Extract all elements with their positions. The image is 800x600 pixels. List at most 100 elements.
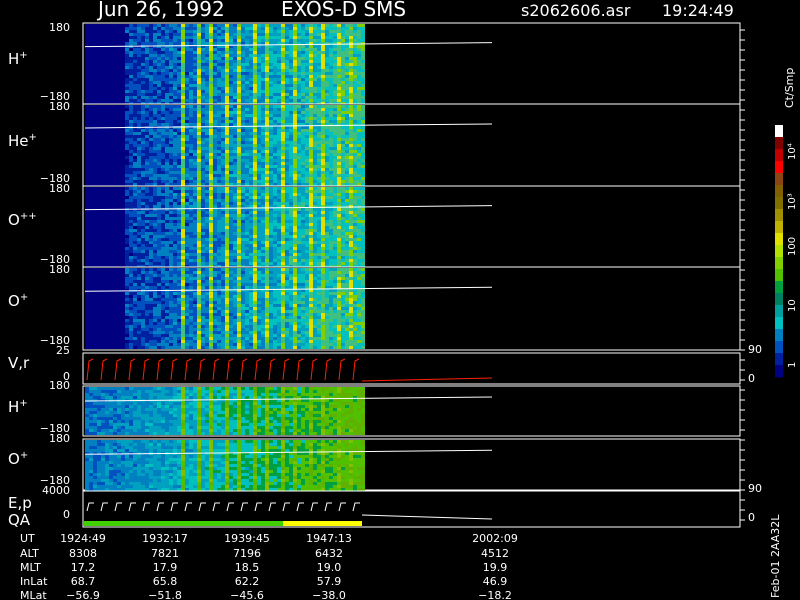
- spectrogram-cell: [193, 156, 197, 159]
- spectrogram-cell: [233, 96, 237, 99]
- spectrogram-cell: [237, 205, 241, 208]
- spectrogram-cell: [101, 259, 105, 262]
- spectrogram-cell: [141, 205, 145, 208]
- spectrogram-cell: [85, 141, 89, 144]
- spectrogram-cell: [249, 235, 253, 238]
- spectrogram-cell: [313, 84, 317, 87]
- spectrogram-cell: [197, 99, 201, 102]
- spectrogram-cell: [161, 90, 165, 93]
- spectrogram-cell: [253, 229, 257, 232]
- spectrogram-cell: [349, 120, 353, 123]
- spectrogram-cell: [277, 120, 281, 123]
- spectrogram-cell: [225, 54, 229, 57]
- spectrogram-cell: [261, 247, 265, 250]
- spectrogram-cell: [213, 87, 217, 90]
- spectrogram-cell: [257, 72, 261, 75]
- spectrogram-cell: [189, 217, 193, 220]
- spectrogram-cell: [109, 120, 113, 123]
- spectrogram-cell: [129, 132, 133, 135]
- spectrogram-cell: [325, 105, 329, 108]
- spectrogram-cell: [261, 177, 265, 180]
- spectrogram-cell: [169, 33, 173, 36]
- spectrogram-cell: [317, 159, 321, 162]
- spectrogram-cell: [257, 190, 261, 193]
- spectrogram-cell: [145, 141, 149, 144]
- spectrogram-cell: [185, 87, 189, 90]
- spectrogram-cell: [101, 180, 105, 183]
- spectrogram-cell: [161, 24, 165, 27]
- spectrogram-cell: [153, 177, 157, 180]
- spectrogram-cell: [165, 223, 169, 226]
- spectrogram-cell: [209, 93, 213, 96]
- spectrogram-cell: [337, 48, 341, 51]
- spectrogram-cell: [317, 168, 321, 171]
- spectrogram-cell: [361, 66, 365, 69]
- spectrogram-cell: [121, 63, 125, 66]
- spectrogram-cell: [133, 187, 137, 190]
- spectrogram-cell: [333, 180, 337, 183]
- spectrogram-cell: [305, 36, 309, 39]
- spectrogram-cell: [253, 241, 257, 244]
- spectrogram-cell: [261, 63, 265, 66]
- spectrogram-cell: [329, 177, 333, 180]
- spectrogram-cell: [297, 84, 301, 87]
- spectrogram-cell: [137, 180, 141, 183]
- spectrogram-cell: [177, 199, 181, 202]
- spectrogram-cell: [221, 226, 225, 229]
- spectrogram-cell: [341, 168, 345, 171]
- spectrogram-cell: [317, 87, 321, 90]
- spectrogram-cell: [141, 39, 145, 42]
- spectrogram-cell: [209, 159, 213, 162]
- spectrogram-cell: [277, 66, 281, 69]
- spectrogram-cell: [153, 241, 157, 244]
- spectrogram-cell: [185, 144, 189, 147]
- spectrogram-cell: [157, 93, 161, 96]
- spectrogram-cell: [269, 60, 273, 63]
- spectrogram-cell: [293, 114, 297, 117]
- spectrogram-cell: [161, 54, 165, 57]
- spectrogram-cell: [217, 156, 221, 159]
- spectrogram-cell: [329, 54, 333, 57]
- spectrogram-cell: [93, 259, 97, 262]
- spectrogram-cell: [297, 174, 301, 177]
- spectrogram-cell: [321, 132, 325, 135]
- spectrogram-cell: [321, 129, 325, 132]
- spectrogram-cell: [149, 187, 153, 190]
- spectrogram-cell: [121, 193, 125, 196]
- spectrogram-cell: [109, 48, 113, 51]
- spectrogram-cell: [293, 72, 297, 75]
- spectrogram-cell: [169, 205, 173, 208]
- spectrogram-cell: [89, 256, 93, 259]
- spectrogram-cell: [85, 199, 89, 202]
- spectrogram-cell: [117, 256, 121, 259]
- spectrogram-cell: [269, 159, 273, 162]
- spectrogram-cell: [213, 238, 217, 241]
- spectrogram-cell: [161, 117, 165, 120]
- spectrogram-cell: [93, 93, 97, 96]
- spectrogram-cell: [129, 162, 133, 165]
- spectrogram-cell: [149, 247, 153, 250]
- spectrogram-cell: [121, 24, 125, 27]
- spectrogram-cell: [221, 99, 225, 102]
- spectrogram-cell: [349, 30, 353, 33]
- spectrogram-cell: [157, 69, 161, 72]
- spectrogram-cell: [225, 144, 229, 147]
- spectrogram-cell: [309, 54, 313, 57]
- spectrogram-cell: [261, 187, 265, 190]
- spectrogram-cell: [237, 256, 241, 259]
- spectrogram-cell: [349, 96, 353, 99]
- spectrogram-cell: [229, 36, 233, 39]
- spectrogram-cell: [189, 108, 193, 111]
- spectrogram-cell: [209, 123, 213, 126]
- spectrogram-cell: [141, 69, 145, 72]
- spectrogram-cell: [205, 168, 209, 171]
- spectrogram-cell: [161, 226, 165, 229]
- spectrogram-cell: [181, 84, 185, 87]
- spectrogram-cell: [341, 135, 345, 138]
- spectrogram-cell: [205, 141, 209, 144]
- spectrogram-cell: [309, 81, 313, 84]
- spectrogram-cell: [361, 54, 365, 57]
- spectrogram-cell: [157, 162, 161, 165]
- spectrogram-cell: [325, 60, 329, 63]
- spectrogram-cell: [217, 247, 221, 250]
